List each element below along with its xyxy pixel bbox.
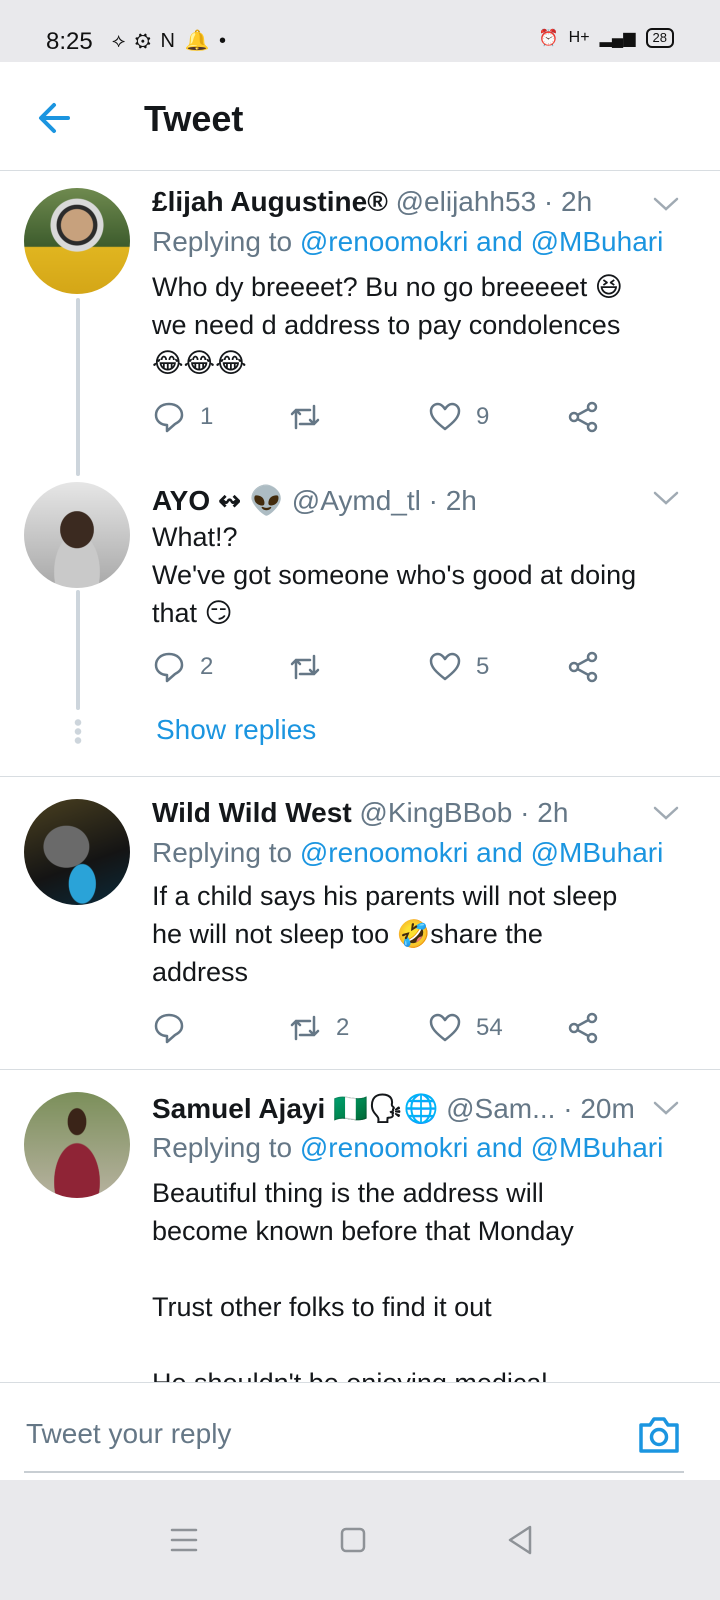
tweet-item[interactable]: £lijah Augustine® @elijahh53 · 2h Replyi…: [0, 172, 720, 476]
share-button[interactable]: [566, 650, 600, 684]
network-type: H+: [568, 29, 590, 46]
thread-connector: [76, 298, 80, 476]
reply-composer: [0, 1382, 720, 1481]
home-square-icon[interactable]: [333, 1520, 373, 1560]
tweet-header: £lijah Augustine® @elijahh53 · 2h: [152, 186, 592, 218]
replying-mentions[interactable]: @renoomokri and @MBuhari: [300, 837, 663, 868]
menu-icon[interactable]: [164, 1520, 204, 1560]
display-name[interactable]: AYO ↭ 👽: [152, 485, 284, 516]
share-icon: [568, 401, 598, 433]
handle-time: @Aymd_tl · 2h: [291, 485, 477, 516]
tweet-item[interactable]: Wild Wild West @KingBBob · 2h Replying t…: [0, 777, 720, 1069]
handle-time: @KingBBob · 2h: [359, 797, 569, 828]
system-nav-bar: [0, 1480, 720, 1600]
tweet-actions: 2 54: [152, 1011, 632, 1051]
system-icons: ⏰ H+ ▂▄▆ 28: [539, 28, 674, 48]
thread-dots: [74, 718, 82, 744]
tweet-header: AYO ↭ 👽 @Aymd_tl · 2h: [152, 484, 477, 517]
handle-time: @Sam... · 20m: [446, 1093, 635, 1124]
replying-to: Replying to @renoomokri and @MBuhari: [152, 1132, 663, 1164]
tweet-item[interactable]: AYO ↭ 👽 @Aymd_tl · 2h What!? We've got s…: [0, 472, 720, 776]
avatar[interactable]: [24, 1092, 130, 1198]
replying-to: Replying to @renoomokri and @MBuhari: [152, 226, 663, 258]
retweet-button[interactable]: 2: [288, 1011, 349, 1045]
reply-icon: [154, 1013, 184, 1044]
reply-button[interactable]: [152, 1011, 200, 1045]
avatar[interactable]: [24, 482, 130, 588]
tweet-body: What!? We've got someone who's good at d…: [152, 522, 637, 628]
replying-mentions[interactable]: @renoomokri and @MBuhari: [300, 226, 663, 257]
replying-prefix: Replying to: [152, 1132, 300, 1163]
like-icon: [429, 652, 461, 681]
reply-input[interactable]: [24, 1413, 608, 1455]
share-icon: [568, 1012, 598, 1044]
display-name[interactable]: Samuel Ajayi 🇳🇬🗣🌐: [152, 1093, 438, 1124]
like-icon: [429, 402, 461, 431]
handle-time: @elijahh53 · 2h: [395, 186, 593, 217]
tweet-body: Beautiful thing is the address will beco…: [152, 1178, 574, 1382]
tweet-header: Samuel Ajayi 🇳🇬🗣🌐 @Sam... · 20m: [152, 1092, 635, 1125]
retweet-button[interactable]: [288, 400, 336, 434]
replying-prefix: Replying to: [152, 226, 300, 257]
avatar[interactable]: [24, 188, 130, 294]
tweet-actions: 2 5: [152, 650, 632, 690]
back-arrow-icon[interactable]: [34, 98, 74, 138]
like-count: 9: [476, 403, 490, 430]
battery-level: 28: [645, 28, 674, 48]
like-count: 5: [476, 653, 490, 680]
avatar[interactable]: [24, 799, 130, 905]
app-bar: Tweet: [0, 62, 720, 171]
share-icon: [568, 651, 598, 683]
share-button[interactable]: [566, 400, 600, 434]
replying-mentions[interactable]: @renoomokri and @MBuhari: [300, 1132, 663, 1163]
back-triangle-icon[interactable]: [500, 1520, 540, 1560]
camera-icon[interactable]: [636, 1411, 682, 1457]
display-name[interactable]: Wild Wild West: [152, 797, 352, 828]
like-button[interactable]: 54: [428, 1011, 503, 1045]
retweet-button[interactable]: [288, 650, 336, 684]
tweet-body: If a child says his parents will not sle…: [152, 881, 618, 987]
caret-down-icon[interactable]: [652, 799, 680, 827]
status-time: 8:25: [46, 28, 93, 55]
like-button[interactable]: 9: [428, 400, 489, 434]
reply-button[interactable]: 1: [152, 400, 213, 434]
tweet-body: Who dy breeeet? Bu no go breeeeet 😆 we n…: [152, 272, 623, 378]
like-icon: [429, 1013, 461, 1042]
tweet-item[interactable]: Samuel Ajayi 🇳🇬🗣🌐 @Sam... · 20m Replying…: [0, 1070, 720, 1382]
reply-count: 2: [200, 653, 214, 680]
reply-icon: [154, 402, 184, 433]
caret-down-icon[interactable]: [652, 190, 680, 218]
display-name[interactable]: £lijah Augustine®: [152, 186, 388, 217]
retweet-icon: [290, 654, 320, 680]
share-button[interactable]: [566, 1011, 600, 1045]
page-title: Tweet: [144, 98, 244, 139]
like-button[interactable]: 5: [428, 650, 489, 684]
reply-icon: [154, 652, 184, 683]
caret-down-icon[interactable]: [652, 1094, 680, 1122]
show-replies-link[interactable]: Show replies: [156, 714, 316, 746]
reply-button[interactable]: 2: [152, 650, 213, 684]
reply-count: 1: [200, 403, 214, 430]
replying-to: Replying to @renoomokri and @MBuhari: [152, 837, 663, 869]
retweet-icon: [290, 1015, 320, 1041]
caret-down-icon[interactable]: [652, 484, 680, 512]
notification-icons: ⟡ ⚙ N 🔔 •: [112, 30, 228, 52]
thread-connector: [76, 590, 80, 710]
tweet-actions: 1 9: [152, 400, 632, 440]
retweet-icon: [290, 404, 320, 430]
like-count: 54: [476, 1014, 503, 1041]
status-bar: 8:25 ⟡ ⚙ N 🔔 • ⏰ H+ ▂▄▆ 28: [0, 0, 720, 62]
replying-prefix: Replying to: [152, 837, 300, 868]
tweet-header: Wild Wild West @KingBBob · 2h: [152, 797, 568, 829]
alarm-icon: ⏰: [538, 30, 559, 47]
reply-underline: [24, 1471, 684, 1473]
retweet-count: 2: [336, 1014, 350, 1041]
signal-icon: ▂▄▆: [599, 30, 636, 47]
